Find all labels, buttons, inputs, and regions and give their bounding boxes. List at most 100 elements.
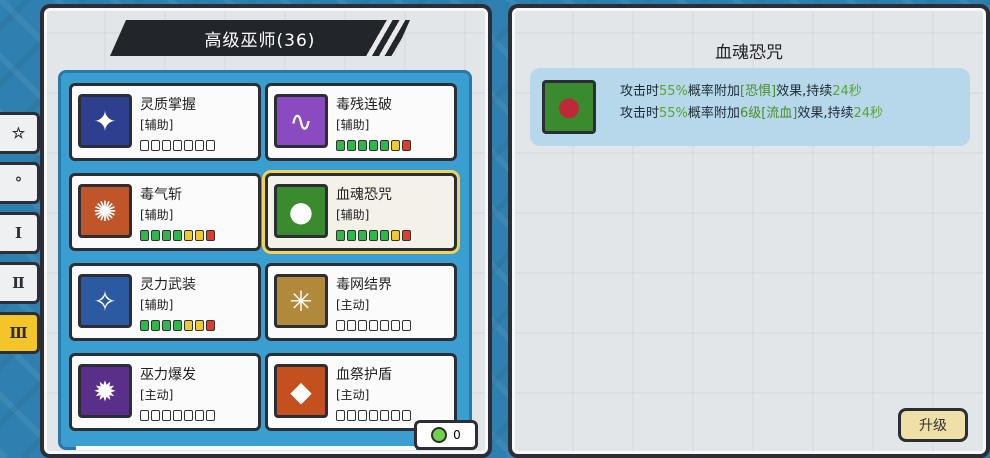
- gem-counter: 0: [414, 420, 478, 450]
- skill-type: [辅助]: [336, 118, 370, 132]
- detail-effect-box: ● 攻击时55%概率附加[恐惧]效果,持续24秒 攻击时55%概率附加6级[流血…: [530, 68, 970, 146]
- level-pip: [369, 230, 378, 241]
- level-pip: [151, 410, 160, 421]
- level-pip: [140, 410, 149, 421]
- level-pip: [336, 320, 345, 331]
- level-pip: [358, 320, 367, 331]
- tier-tab-3[interactable]: Ⅰ: [0, 212, 40, 254]
- gem-icon: [431, 427, 448, 443]
- level-pip: [140, 230, 149, 241]
- skill-level-pips: [140, 140, 215, 151]
- skill-card[interactable]: ✧ 灵力武装 [辅助]: [69, 263, 261, 341]
- level-pip: [336, 230, 345, 241]
- level-pip: [151, 320, 160, 331]
- gem-count: 0: [453, 428, 461, 442]
- poison-chain-icon: ∿: [274, 94, 328, 148]
- effect-line-1: 攻击时55%概率附加[恐惧]效果,持续24秒: [620, 84, 862, 99]
- level-pip: [162, 140, 171, 151]
- level-pip: [206, 140, 215, 151]
- level-pip: [358, 230, 367, 241]
- level-pip: [391, 320, 400, 331]
- level-pip: [358, 140, 367, 151]
- skill-level-pips: [336, 410, 411, 421]
- skill-card[interactable]: ● 血魂恐咒 [辅助]: [265, 173, 457, 251]
- level-pip: [369, 410, 378, 421]
- detail-title: 血魂恐咒: [715, 43, 783, 63]
- level-pip: [195, 230, 204, 241]
- skill-card[interactable]: ✳ 毒网结界 [主动]: [265, 263, 457, 341]
- skill-list-panel: 高级巫师(36) ✦ 灵质掌握 [辅助] ∿ 毒残连破 [辅助] ✺ 毒气斩 [辅助] ● 血魂恐咒…: [40, 4, 492, 458]
- level-pip: [402, 410, 411, 421]
- blood-soul-curse-icon: ●: [542, 80, 596, 134]
- skill-type: [辅助]: [140, 208, 174, 222]
- level-pip: [206, 320, 215, 331]
- level-pip: [140, 140, 149, 151]
- level-pip: [336, 140, 345, 151]
- effect-line-2: 攻击时55%概率附加6级[流血]效果,持续24秒: [620, 106, 884, 121]
- level-pip: [347, 320, 356, 331]
- level-pip: [369, 140, 378, 151]
- skill-level-pips: [140, 230, 215, 241]
- skill-type: [辅助]: [140, 298, 174, 312]
- level-pip: [184, 140, 193, 151]
- level-pip: [173, 230, 182, 241]
- skill-card[interactable]: ✹ 巫力爆发 [主动]: [69, 353, 261, 431]
- level-pip: [369, 320, 378, 331]
- skill-card[interactable]: ∿ 毒残连破 [辅助]: [265, 83, 457, 161]
- skill-name: 灵质掌握: [140, 97, 196, 113]
- class-title-banner: 高级巫师(36): [110, 20, 410, 56]
- level-pip: [151, 140, 160, 151]
- skill-type: [主动]: [140, 388, 174, 402]
- skill-card[interactable]: ✦ 灵质掌握 [辅助]: [69, 83, 261, 161]
- poison-slash-icon: ✺: [78, 184, 132, 238]
- level-pip: [380, 140, 389, 151]
- skill-type: [主动]: [336, 298, 370, 312]
- witch-burst-icon: ✹: [78, 364, 132, 418]
- level-pip: [184, 230, 193, 241]
- skill-name: 血魂恐咒: [336, 187, 392, 203]
- level-pip: [402, 320, 411, 331]
- level-pip: [347, 410, 356, 421]
- level-pip: [140, 320, 149, 331]
- level-pip: [402, 140, 411, 151]
- level-pip: [347, 140, 356, 151]
- level-pip: [336, 410, 345, 421]
- level-pip: [195, 320, 204, 331]
- level-pip: [206, 230, 215, 241]
- level-pip: [162, 410, 171, 421]
- skill-name: 血祭护盾: [336, 367, 392, 383]
- spirit-mastery-icon: ✦: [78, 94, 132, 148]
- blood-shield-icon: ◆: [274, 364, 328, 418]
- level-pip: [173, 410, 182, 421]
- blood-soul-curse-icon: ●: [274, 184, 328, 238]
- level-pip: [347, 230, 356, 241]
- skill-level-pips: [140, 320, 215, 331]
- level-pip: [162, 230, 171, 241]
- level-pip: [195, 410, 204, 421]
- level-pip: [184, 320, 193, 331]
- level-pip: [391, 230, 400, 241]
- skill-type: [辅助]: [336, 208, 370, 222]
- level-pip: [358, 410, 367, 421]
- level-pip: [391, 140, 400, 151]
- skill-name: 灵力武装: [140, 277, 196, 293]
- skill-name: 毒气斩: [140, 187, 182, 203]
- upgrade-button[interactable]: 升级: [898, 408, 968, 442]
- level-pip: [380, 320, 389, 331]
- skill-level-pips: [336, 230, 411, 241]
- tier-tab-4[interactable]: Ⅱ: [0, 262, 40, 304]
- tier-tab-5[interactable]: Ⅲ: [0, 312, 40, 354]
- page-title: 高级巫师(36): [204, 30, 316, 51]
- level-pip: [173, 140, 182, 151]
- skill-grid: ✦ 灵质掌握 [辅助] ∿ 毒残连破 [辅助] ✺ 毒气斩 [辅助] ● 血魂恐咒 [辅助] ✧ 灵力武装…: [58, 70, 472, 450]
- spirit-armament-icon: ✧: [78, 274, 132, 328]
- tier-tab-1[interactable]: ☆: [0, 112, 40, 154]
- skill-name: 毒网结界: [336, 277, 392, 293]
- level-pip: [195, 140, 204, 151]
- skill-card[interactable]: ✺ 毒气斩 [辅助]: [69, 173, 261, 251]
- level-pip: [173, 320, 182, 331]
- level-pip: [184, 410, 193, 421]
- tier-tab-2[interactable]: °: [0, 162, 40, 204]
- level-pip: [380, 230, 389, 241]
- skill-name: 毒残连破: [336, 97, 392, 113]
